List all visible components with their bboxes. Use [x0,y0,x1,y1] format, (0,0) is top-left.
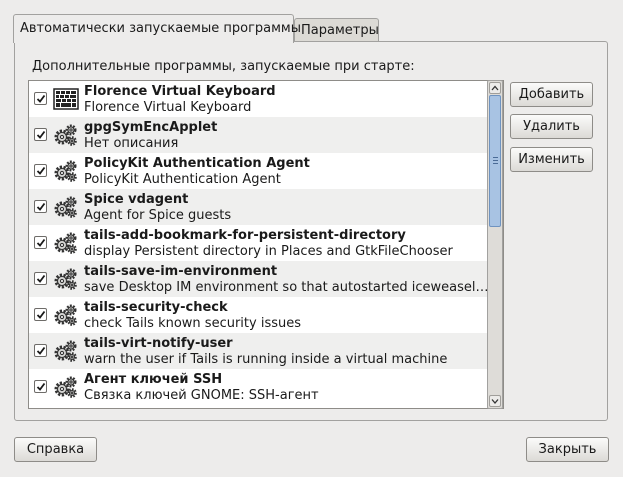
gears-icon [53,302,79,328]
enabled-checkbox[interactable] [34,164,47,177]
program-description: check Tails known security issues [84,316,302,331]
program-description: display Persistent directory in Places a… [84,244,453,259]
gears-icon [53,122,79,148]
enabled-checkbox[interactable] [34,200,47,213]
enabled-checkbox[interactable] [34,344,47,357]
program-description: Agent for Spice guests [84,208,232,223]
program-description: PolicyKit Authentication Agent [84,172,281,187]
list-item[interactable]: tails-save-im-environment save Desktop I… [29,261,503,297]
enabled-checkbox[interactable] [34,308,47,321]
enabled-checkbox[interactable] [34,380,47,393]
gears-icon [53,266,79,292]
help-button[interactable]: Справка [14,437,97,462]
gears-icon [53,158,79,184]
program-description: Florence Virtual Keyboard [84,100,252,115]
enabled-checkbox[interactable] [34,92,47,105]
list-item[interactable]: Florence Virtual Keyboard Florence Virtu… [29,81,503,117]
program-description: save Desktop IM environment so that auto… [84,280,492,295]
program-name: PolicyKit Authentication Agent [84,156,310,171]
program-description: warn the user if Tails is running inside… [84,352,448,367]
list-item[interactable]: PolicyKit Authentication Agent PolicyKit… [29,153,503,189]
enabled-checkbox[interactable] [34,272,47,285]
program-name: Агент ключей SSH [84,372,223,387]
program-name: tails-virt-notify-user [84,336,233,351]
add-button[interactable]: Добавить [510,82,593,107]
list-item[interactable]: Агент ключей SSH Связка ключей GNOME: SS… [29,369,503,405]
scroll-up-arrow-icon[interactable] [489,82,501,94]
program-name: tails-save-im-environment [84,264,278,279]
program-name: tails-add-bookmark-for-persistent-direct… [84,228,406,243]
program-name: Florence Virtual Keyboard [84,84,276,99]
enabled-checkbox[interactable] [34,236,47,249]
edit-button[interactable]: Изменить [510,147,593,172]
program-name: tails-security-check [84,300,228,315]
scroll-down-arrow-icon[interactable] [489,395,501,407]
program-description: Связка ключей GNOME: SSH-агент [84,388,319,403]
list-item[interactable]: Spice vdagent Agent for Spice guests [29,189,503,225]
program-description: Нет описания [84,136,179,151]
gears-icon [53,374,79,400]
close-button[interactable]: Закрыть [526,437,609,462]
gears-icon [53,338,79,364]
list-item[interactable]: tails-security-check check Tails known s… [29,297,503,333]
tab-autostart-programs[interactable]: Автоматически запускаемые программы [13,14,301,43]
tab-parameters[interactable]: Параметры [294,18,379,42]
startup-program-list[interactable]: Florence Virtual Keyboard Florence Virtu… [28,80,504,409]
gears-icon [53,230,79,256]
program-name: Spice vdagent [84,192,189,207]
remove-button[interactable]: Удалить [510,114,593,139]
keyboard-icon [53,86,79,112]
enabled-checkbox[interactable] [34,128,47,141]
program-name: gpgSymEncApplet [84,120,218,135]
scrollbar-thumb[interactable] [489,95,501,227]
list-item[interactable]: tails-virt-notify-user warn the user if … [29,333,503,369]
list-item[interactable]: gpgSymEncApplet Нет описания [29,117,503,153]
list-scrollbar[interactable] [487,80,503,409]
list-item[interactable]: tails-add-bookmark-for-persistent-direct… [29,225,503,261]
section-label: Дополнительные программы, запускаемые пр… [32,59,415,74]
gears-icon [53,194,79,220]
